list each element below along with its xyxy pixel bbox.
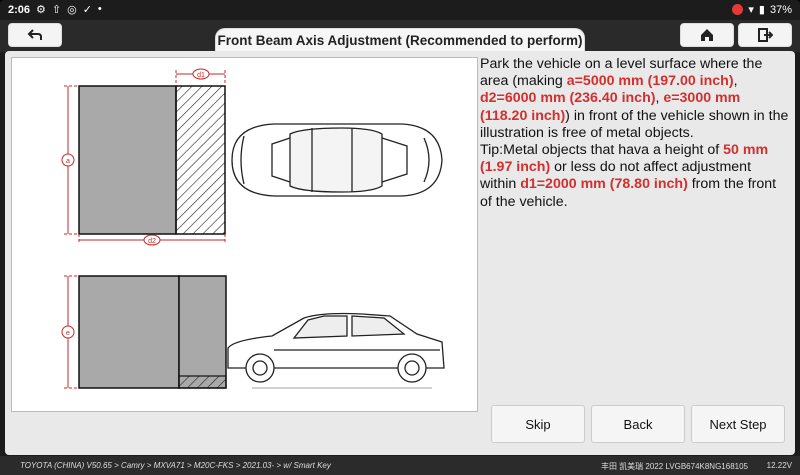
record-icon — [732, 4, 744, 15]
settings-icon: ⚙ — [36, 4, 46, 16]
wifi-icon: ▾ — [748, 4, 754, 16]
title-bar: Front Beam Axis Adjustment (Recommended … — [0, 20, 800, 54]
home-icon — [701, 29, 713, 41]
label-e: e — [66, 330, 70, 337]
device-screen: 2:06 ⚙ ⇧ ◎ ✓ • ▾ ▮ 37% Front Beam Axis A… — [0, 0, 800, 475]
back-button[interactable]: Back — [591, 405, 685, 443]
status-time: 2:06 — [8, 4, 31, 16]
label-d2: d2 — [148, 238, 156, 245]
voltage-readout: 12.22V — [766, 461, 792, 470]
area-low-height — [178, 375, 227, 389]
area-e — [78, 275, 180, 389]
status-right: ▾ ▮ 37% — [732, 3, 792, 16]
status-bar: 2:06 ⚙ ⇧ ◎ ✓ • ▾ ▮ 37% — [0, 0, 800, 20]
footer-bar: TOYOTA (CHINA) V50.65 > Camry > MXVA71 >… — [0, 456, 800, 475]
target-icon: ◎ — [67, 4, 77, 16]
dot-icon: • — [97, 3, 102, 15]
area-front — [178, 275, 227, 389]
return-arrow-icon — [27, 29, 42, 40]
exit-button[interactable] — [738, 23, 792, 47]
next-step-button[interactable]: Next Step — [691, 405, 785, 443]
label-a: a — [66, 158, 70, 165]
check-icon: ✓ — [82, 4, 92, 16]
area-a — [78, 85, 177, 235]
skip-button[interactable]: Skip — [491, 405, 585, 443]
label-d1: d1 — [197, 72, 205, 79]
upload-icon: ⇧ — [51, 4, 62, 16]
value-a: a=5000 mm (197.00 inch) — [566, 73, 734, 90]
car-top-view — [231, 123, 443, 197]
content-panel: d1 a d2 e Park the vehicle on a level su… — [5, 51, 795, 455]
diagram-svg: d1 a d2 e — [61, 68, 445, 389]
value-d2: d2=6000 mm (236.40 inch) — [480, 90, 656, 107]
breadcrumb: TOYOTA (CHINA) V50.65 > Camry > MXVA71 >… — [20, 461, 331, 470]
return-button[interactable] — [8, 23, 62, 47]
tip-text-1: Tip:Metal objects that hava a height of — [480, 142, 724, 159]
vehicle-info: 丰田 凯美瑞 2022 LVGB674K8NG168105 — [600, 462, 748, 471]
car-side-view — [227, 312, 445, 383]
text-c1: , — [733, 73, 738, 90]
exit-icon — [758, 28, 773, 42]
parking-diagram: d1 a d2 e — [11, 57, 478, 412]
home-button[interactable] — [680, 23, 734, 47]
value-d1: d1=2000 mm (78.80 inch) — [520, 176, 688, 193]
instruction-text: Park the vehicle on a level surface wher… — [480, 56, 790, 211]
battery-icon: ▮ — [758, 4, 765, 16]
area-d1 — [175, 85, 226, 235]
status-icons: ⚙ ⇧ ◎ ✓ • — [36, 3, 102, 16]
battery-level: 37% — [769, 3, 792, 16]
